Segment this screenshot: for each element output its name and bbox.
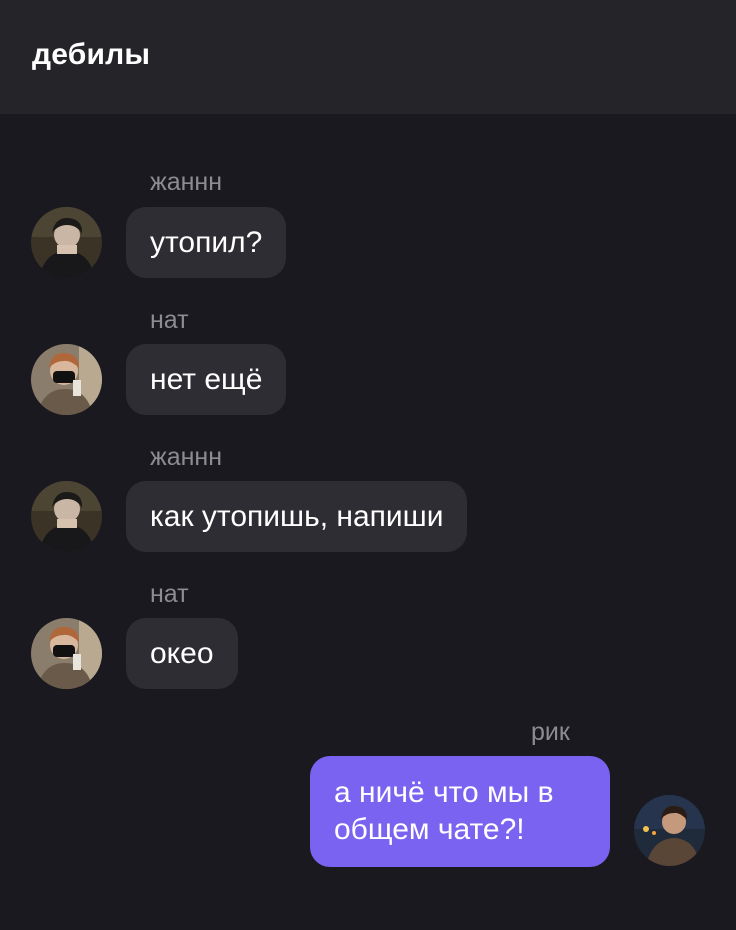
sender-name: нат: [150, 580, 189, 608]
message-bubble[interactable]: нет ещё: [126, 344, 287, 415]
chat-screen: дебилы жаннн утопил? нат нет ещё жаннн к…: [0, 0, 736, 930]
avatar-rik[interactable]: [634, 795, 705, 866]
message-bubble[interactable]: океo: [126, 618, 238, 689]
sender-name: нат: [150, 306, 189, 334]
sender-name: жаннн: [150, 168, 223, 196]
avatar-zhannn[interactable]: [31, 481, 102, 552]
avatar-nat[interactable]: [31, 618, 102, 689]
avatar-nat[interactable]: [31, 344, 102, 415]
sender-name: жаннн: [150, 443, 223, 471]
avatar-zhannn[interactable]: [31, 207, 102, 278]
sender-name: рик: [531, 718, 570, 746]
chat-title[interactable]: дебилы: [32, 38, 150, 72]
chat-header: дебилы: [0, 0, 736, 114]
message-bubble[interactable]: как утопишь, напиши: [126, 481, 468, 552]
message-bubble[interactable]: утопил?: [126, 207, 287, 278]
own-message-bubble[interactable]: а ничё что мы в общем чате?!: [310, 756, 610, 867]
